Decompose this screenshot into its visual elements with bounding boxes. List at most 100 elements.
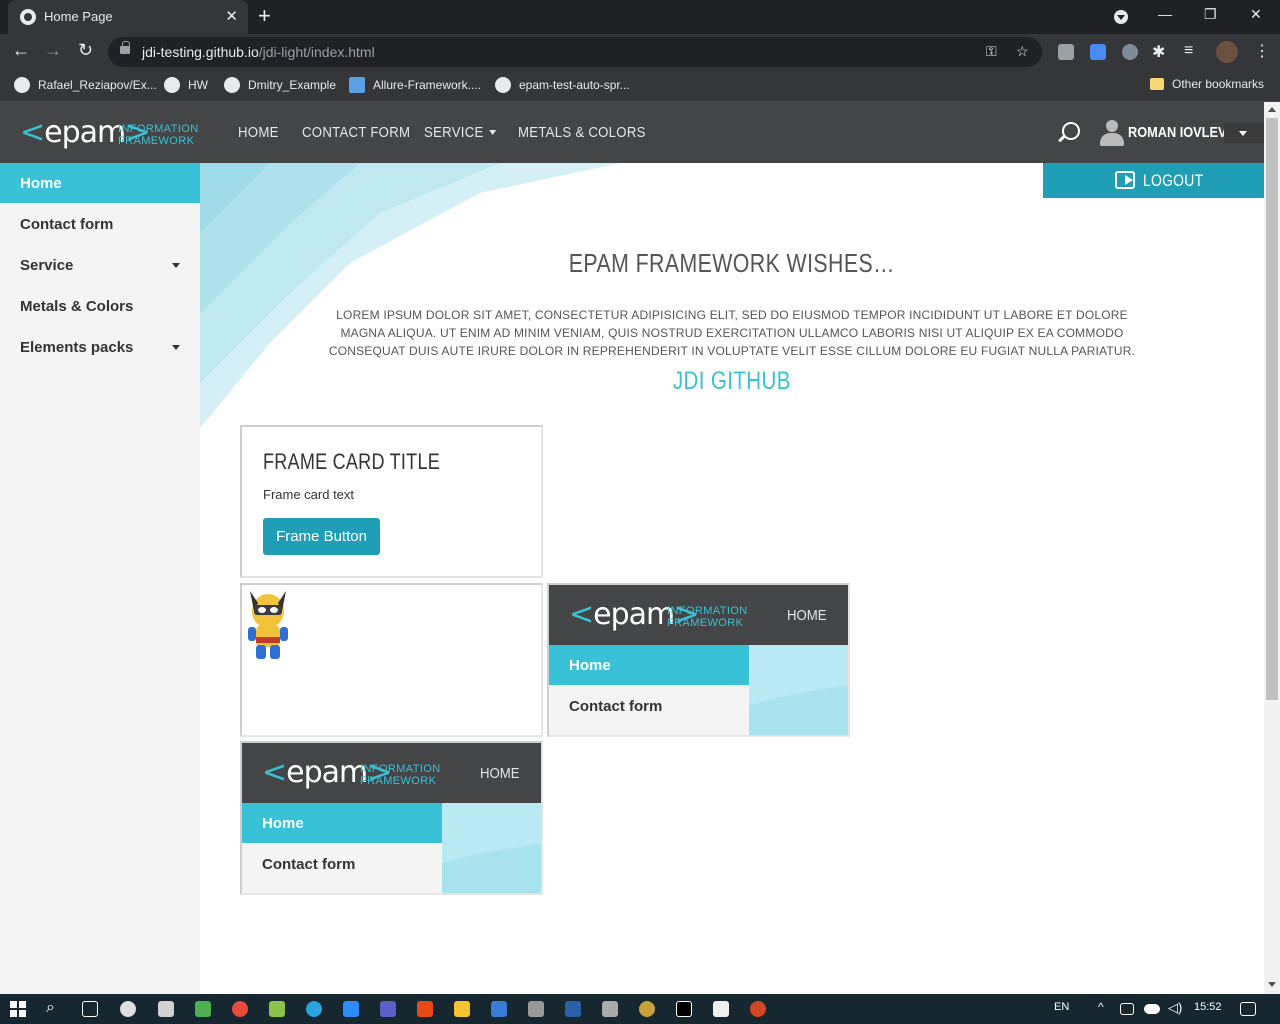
search-icon[interactable]: ⌕ bbox=[46, 999, 55, 1017]
mini-sidebar-item-contact[interactable]: Contact form bbox=[242, 844, 442, 884]
tab-close-icon[interactable]: ✕ bbox=[225, 7, 238, 25]
sidebar-item-metals-colors[interactable]: Metals & Colors bbox=[0, 286, 200, 326]
restore-button[interactable]: ❐ bbox=[1204, 6, 1217, 23]
bookmark-item[interactable]: HW bbox=[164, 77, 208, 95]
app-icon[interactable] bbox=[528, 1001, 544, 1017]
windows-start-icon[interactable] bbox=[10, 1001, 26, 1017]
frame-button[interactable]: Frame Button bbox=[263, 518, 380, 555]
inspect-extension-icon[interactable] bbox=[1122, 44, 1138, 60]
other-bookmarks[interactable]: Other bookmarks bbox=[1150, 77, 1264, 95]
app-icon[interactable] bbox=[158, 1001, 174, 1017]
language-indicator[interactable]: EN bbox=[1054, 1001, 1069, 1013]
logout-label: LOGOUT bbox=[1143, 171, 1204, 190]
mini-sidebar: Home Contact form bbox=[242, 803, 442, 893]
lock-icon[interactable] bbox=[120, 41, 130, 54]
chrome-menu-icon[interactable]: ⋮ bbox=[1254, 41, 1270, 61]
mini-sidebar-item-home[interactable]: Home bbox=[242, 803, 442, 843]
zoom-icon[interactable] bbox=[343, 1001, 359, 1017]
logo-bracket-left: < bbox=[262, 755, 287, 790]
cloud-icon[interactable] bbox=[1144, 1004, 1160, 1014]
sidebar-item-contact-form[interactable]: Contact form bbox=[0, 204, 200, 244]
image-frame bbox=[240, 583, 543, 737]
user-dropdown-toggle[interactable] bbox=[1224, 123, 1264, 143]
mini-site-header: <epam> INFORMATION FRAMEWORK HOME bbox=[549, 585, 848, 645]
profile-avatar[interactable] bbox=[1216, 41, 1238, 63]
other-bookmarks-label: Other bookmarks bbox=[1172, 77, 1265, 91]
notifications-icon[interactable] bbox=[1240, 1002, 1256, 1016]
mini-site-frame: <epam> INFORMATION FRAMEWORK HOME Home C… bbox=[240, 741, 543, 895]
search-icon[interactable] bbox=[1062, 122, 1080, 140]
extensions-puzzle-icon[interactable]: ✱ bbox=[1152, 42, 1165, 62]
reload-icon[interactable]: ↻ bbox=[78, 40, 93, 61]
scrollbar-thumb[interactable] bbox=[1266, 118, 1278, 700]
app-icon[interactable] bbox=[491, 1001, 507, 1017]
logo-tagline-2: FRAMEWORK bbox=[667, 617, 744, 629]
tab-search-icon[interactable] bbox=[1114, 10, 1128, 24]
translate-extension-icon[interactable] bbox=[1090, 44, 1106, 60]
page-title: EPAM FRAMEWORK WISHES… bbox=[568, 248, 895, 278]
chevron-up-icon[interactable]: ^ bbox=[1098, 1000, 1104, 1014]
app-icon[interactable] bbox=[232, 1001, 248, 1017]
mini-sidebar-item-contact[interactable]: Contact form bbox=[549, 686, 749, 726]
epam-logo[interactable]: <epam> INFORMATION FRAMEWORK bbox=[569, 598, 749, 634]
logout-button[interactable]: LOGOUT bbox=[1043, 163, 1264, 198]
windows-taskbar: ⌕ EN ^ ◁) 15:52 bbox=[0, 994, 1280, 1024]
page-scrollbar[interactable] bbox=[1264, 102, 1280, 994]
mini-sidebar-item-home[interactable]: Home bbox=[549, 645, 749, 685]
close-window-button[interactable]: ✕ bbox=[1250, 6, 1262, 23]
forward-arrow-icon[interactable]: → bbox=[44, 40, 62, 61]
mini-nav-home[interactable]: HOME bbox=[480, 765, 520, 782]
app-icon[interactable] bbox=[269, 1001, 285, 1017]
telegram-icon[interactable] bbox=[306, 1001, 322, 1017]
clock-time[interactable]: 15:52 bbox=[1194, 1001, 1222, 1013]
office-icon[interactable] bbox=[417, 1001, 433, 1017]
scroll-up-arrow-icon[interactable] bbox=[1268, 107, 1276, 112]
bookmark-item[interactable]: epam-test-auto-spr... bbox=[495, 77, 630, 95]
browser-tab[interactable]: Home Page ✕ bbox=[8, 0, 248, 34]
intellij-icon[interactable] bbox=[676, 1001, 692, 1017]
extension-icon[interactable] bbox=[1058, 44, 1074, 60]
bookmark-item[interactable]: Rafael_Reziapov/Ex... bbox=[14, 77, 157, 95]
powershell-icon[interactable] bbox=[565, 1001, 581, 1017]
key-icon[interactable]: ⚿ bbox=[986, 43, 997, 60]
epam-logo[interactable]: <epam> INFORMATION FRAMEWORK bbox=[262, 756, 442, 792]
bookmark-label: Dmitry_Example bbox=[248, 78, 337, 92]
mini-nav-home[interactable]: HOME bbox=[787, 607, 827, 624]
sidebar-item-home[interactable]: Home bbox=[0, 163, 200, 203]
nav-contact-form[interactable]: CONTACT FORM bbox=[302, 124, 410, 141]
chrome-taskbar-icon[interactable] bbox=[120, 1001, 136, 1017]
github-icon bbox=[224, 77, 240, 93]
app-icon[interactable] bbox=[639, 1001, 655, 1017]
nav-metals-colors[interactable]: METALS & COLORS bbox=[518, 124, 646, 141]
sidebar-item-elements-packs[interactable]: Elements packs bbox=[0, 327, 200, 367]
bookmark-item[interactable]: Dmitry_Example bbox=[224, 77, 336, 95]
nav-home[interactable]: HOME bbox=[238, 124, 279, 141]
minimize-button[interactable]: — bbox=[1158, 6, 1172, 22]
back-arrow-icon[interactable]: ← bbox=[12, 40, 30, 61]
user-name[interactable]: ROMAN IOVLEV bbox=[1128, 124, 1226, 141]
task-view-icon[interactable] bbox=[82, 1001, 98, 1017]
media-control-icon[interactable]: ≡ bbox=[1184, 42, 1193, 60]
logo-text: epam bbox=[44, 115, 126, 150]
calculator-icon[interactable] bbox=[602, 1001, 618, 1017]
notepad-icon[interactable] bbox=[713, 1001, 729, 1017]
bookmark-label: HW bbox=[188, 78, 208, 92]
file-explorer-icon[interactable] bbox=[454, 1001, 470, 1017]
network-icon[interactable] bbox=[1120, 1003, 1134, 1015]
bookmark-item[interactable]: Allure-Framework.... bbox=[349, 77, 481, 95]
volume-icon[interactable]: ◁) bbox=[1168, 1000, 1182, 1016]
app-icon[interactable] bbox=[195, 1001, 211, 1017]
sidebar-item-service[interactable]: Service bbox=[0, 245, 200, 285]
mini-background bbox=[749, 645, 848, 735]
address-bar[interactable]: jdi-testing.github.io/jdi-light/index.ht… bbox=[108, 37, 1042, 67]
powerpoint-icon[interactable] bbox=[750, 1001, 766, 1017]
url-text[interactable]: jdi-testing.github.io/jdi-light/index.ht… bbox=[142, 44, 375, 60]
new-tab-button[interactable]: + bbox=[258, 4, 271, 28]
bookmark-star-icon[interactable]: ☆ bbox=[1016, 43, 1029, 60]
jdi-github-link[interactable]: JDI GITHUB bbox=[296, 367, 1168, 396]
epam-logo[interactable]: <epam> INFORMATION FRAMEWORK bbox=[20, 116, 200, 152]
nav-service[interactable]: SERVICE bbox=[424, 124, 496, 141]
globe-icon bbox=[164, 77, 180, 93]
teams-icon[interactable] bbox=[380, 1001, 396, 1017]
scroll-down-arrow-icon[interactable] bbox=[1268, 982, 1276, 987]
